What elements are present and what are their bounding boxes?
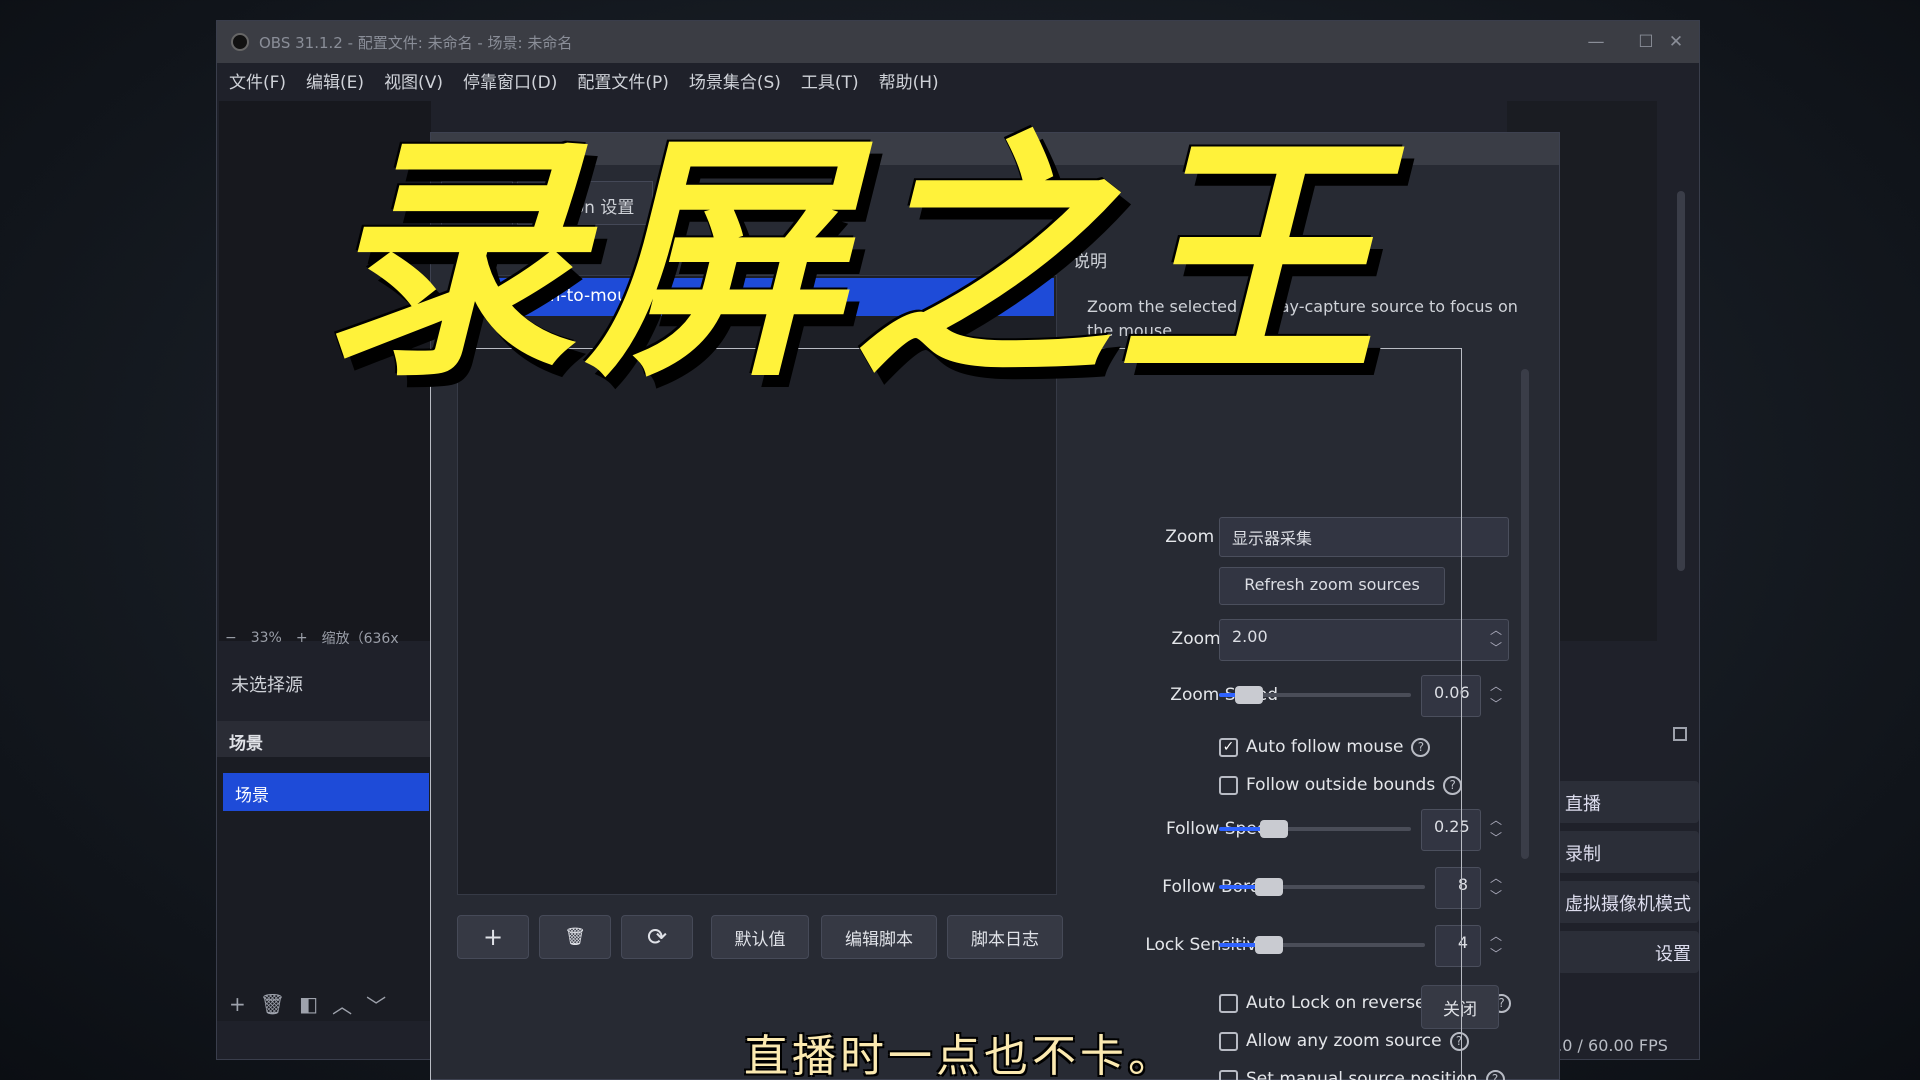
- overlay-frame: [430, 348, 1462, 1080]
- move-up-icon[interactable]: ︿: [332, 990, 352, 1019]
- zoom-label: 缩放（636x: [321, 631, 399, 647]
- scrollbar[interactable]: [1677, 191, 1685, 571]
- no-source-label: 未选择源: [231, 675, 303, 696]
- settings-button[interactable]: 设置: [1557, 931, 1699, 973]
- virtual-camera-button[interactable]: 虚拟摄像机模式: [1557, 881, 1699, 923]
- scenes-header: 场景: [217, 721, 431, 757]
- add-scene-icon[interactable]: +: [229, 992, 246, 1016]
- follow-speed-stepper[interactable]: ︿ ﹀: [1483, 811, 1509, 847]
- start-recording-button[interactable]: 录制: [1557, 831, 1699, 873]
- scene-filter-icon[interactable]: ◧: [299, 992, 318, 1016]
- zoom-in-button[interactable]: +: [296, 630, 308, 646]
- scene-item[interactable]: 场景: [223, 773, 429, 811]
- close-window-button[interactable]: ✕: [1651, 21, 1701, 63]
- obs-logo-icon: [231, 33, 249, 51]
- lock-sensitivity-stepper[interactable]: ︿ ﹀: [1483, 927, 1509, 963]
- zoom-value: 33%: [250, 630, 282, 646]
- undock-icon[interactable]: [1673, 727, 1687, 741]
- follow-border-stepper[interactable]: ︿ ﹀: [1483, 869, 1509, 905]
- video-subtitle: 直播时一点也不卡。: [744, 1031, 1176, 1080]
- zoom-speed-stepper[interactable]: ︿ ﹀: [1483, 677, 1509, 713]
- scenes-dock: 场景 场景 + 🗑 ◧ ︿ ﹀: [217, 721, 431, 1021]
- banner-title: 录屏之王: [320, 111, 1384, 411]
- zoom-out-button[interactable]: −: [225, 630, 237, 646]
- start-streaming-button[interactable]: 直播: [1557, 781, 1699, 823]
- remove-scene-icon[interactable]: 🗑: [260, 992, 285, 1016]
- settings-scrollbar[interactable]: [1521, 369, 1529, 859]
- zoom-factor-stepper[interactable]: ︿ ﹀: [1483, 621, 1509, 657]
- zoom-bar: − 33% + 缩放（636x: [225, 625, 445, 651]
- window-title: OBS 31.1.2 - 配置文件: 未命名 - 场景: 未命名: [259, 33, 573, 52]
- menu-file[interactable]: 文件(F): [229, 68, 286, 93]
- move-down-icon[interactable]: ﹀: [366, 990, 386, 1019]
- scenes-toolbar: + 🗑 ◧ ︿ ﹀: [217, 989, 431, 1019]
